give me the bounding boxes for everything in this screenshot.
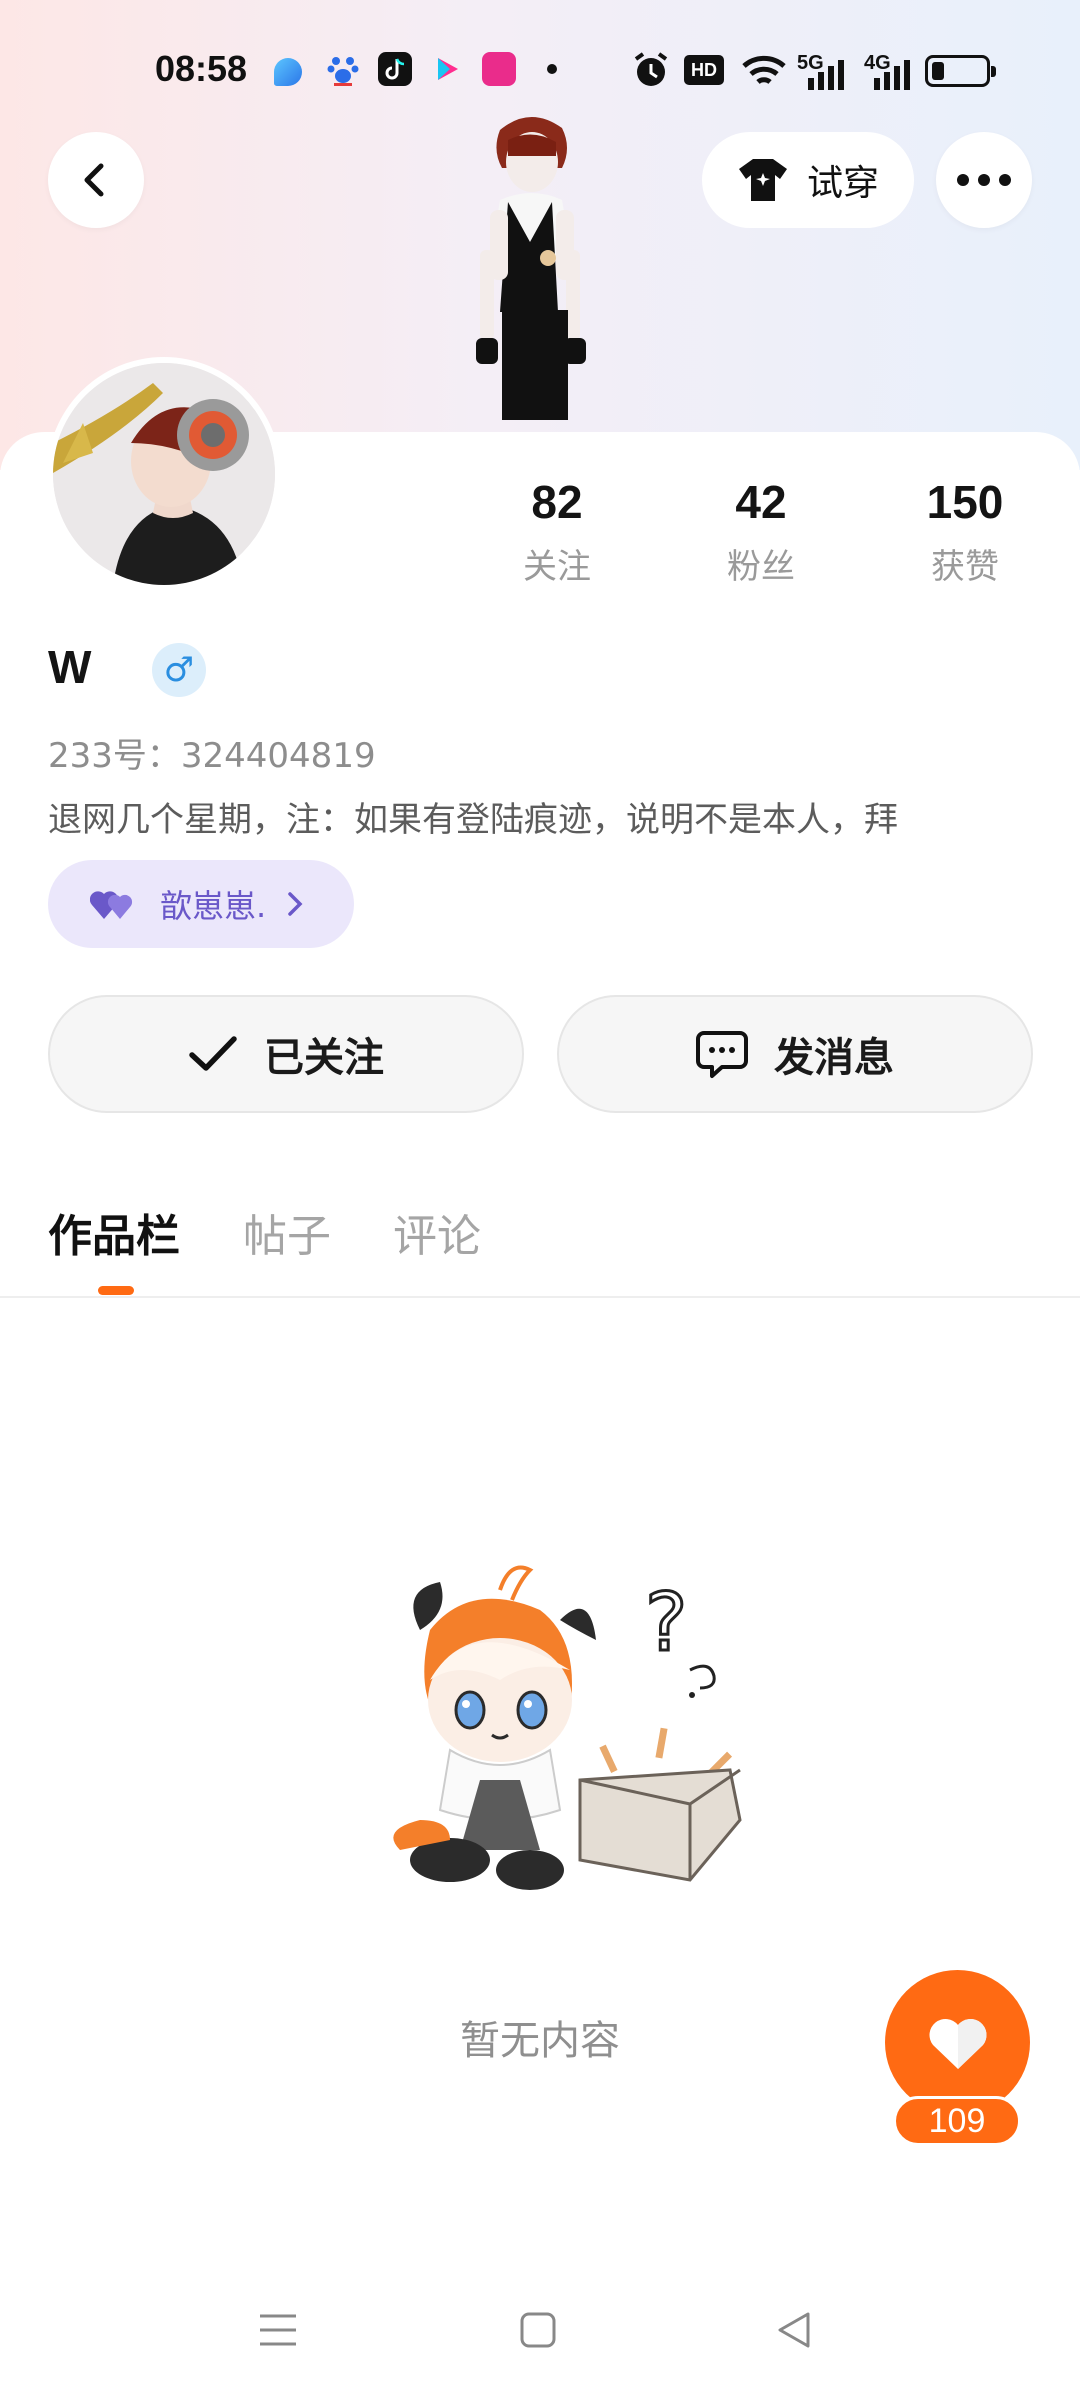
baidu-icon	[326, 52, 360, 86]
chevron-left-icon	[84, 163, 104, 197]
following-label: 关注	[523, 547, 591, 587]
avatar[interactable]	[47, 357, 281, 591]
likes-count: 150	[926, 476, 1004, 528]
user-id: 233号：324404819	[48, 736, 376, 776]
tshirt-icon	[738, 159, 787, 201]
followed-button[interactable]: 已关注	[48, 995, 524, 1113]
likes-label: 获赞	[931, 547, 999, 587]
battery-icon	[925, 55, 996, 87]
home-nav-icon[interactable]	[518, 2310, 558, 2350]
wifi-icon	[742, 55, 786, 85]
heart-icon	[928, 2018, 987, 2069]
chat-bubble-icon	[696, 1031, 748, 1078]
followed-label: 已关注	[264, 1035, 384, 1081]
back-button[interactable]	[48, 132, 144, 228]
like-button[interactable]	[885, 1970, 1030, 2115]
send-message-button[interactable]: 发消息	[557, 995, 1033, 1113]
menu-nav-icon[interactable]	[258, 2310, 298, 2350]
back-nav-icon[interactable]	[774, 2310, 814, 2350]
status-time: 08:58	[155, 48, 248, 89]
tab-works[interactable]: 作品栏	[48, 1200, 180, 1264]
youku-icon	[430, 52, 464, 86]
relation-chip[interactable]: 歆崽崽.	[48, 860, 354, 948]
tab-divider	[0, 1296, 1080, 1298]
signal-icon	[808, 60, 844, 90]
avatar-3d-character	[476, 116, 586, 420]
empty-state-illustration: ?	[393, 1565, 742, 1890]
user-bio: 退网几个星期，注：如果有登陆痕迹，说明不是本人，拜	[48, 800, 898, 840]
stat-followers[interactable]: 42 粉丝	[681, 475, 841, 588]
male-gender-icon: ♂	[152, 643, 206, 697]
checkmark-icon	[189, 1036, 237, 1071]
svg-text:?: ?	[645, 1576, 687, 1669]
stat-following[interactable]: 82 关注	[477, 475, 637, 588]
relation-label: 歆崽崽.	[160, 887, 267, 925]
active-tab-indicator	[98, 1286, 134, 1295]
chevron-right-icon	[288, 892, 303, 916]
more-notifications-dot	[547, 64, 557, 74]
signal-icon	[874, 60, 910, 90]
notification-app-icon	[274, 58, 302, 86]
stat-likes[interactable]: 150 获赞	[885, 475, 1045, 588]
avatar-image	[53, 363, 275, 585]
try-on-label: 试穿	[806, 163, 879, 204]
alarm-icon	[634, 52, 668, 86]
double-heart-icon	[90, 891, 133, 919]
following-count: 82	[531, 476, 583, 528]
followers-count: 42	[735, 476, 787, 528]
send-message-label: 发消息	[774, 1035, 894, 1081]
like-count-badge: 109	[893, 2096, 1021, 2146]
douyin-icon	[378, 52, 412, 86]
vipshop-icon	[482, 52, 516, 86]
try-on-button[interactable]: 试穿	[702, 132, 914, 228]
hd-icon: HD	[684, 55, 724, 85]
more-dots-icon	[957, 174, 1011, 186]
tab-comments[interactable]: 评论	[393, 1200, 481, 1264]
followers-label: 粉丝	[727, 547, 795, 587]
tab-posts[interactable]: 帖子	[243, 1200, 331, 1264]
username: W	[48, 641, 92, 693]
more-options-button[interactable]	[936, 132, 1032, 228]
